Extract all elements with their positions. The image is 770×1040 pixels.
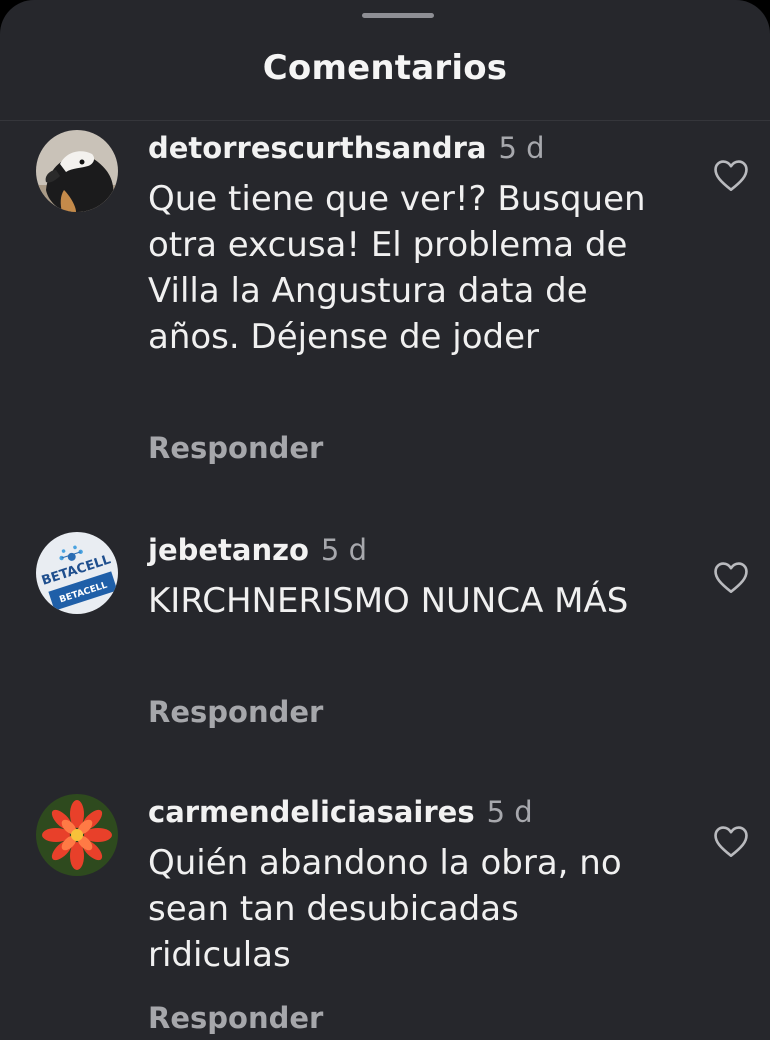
avatar[interactable] bbox=[36, 794, 118, 876]
heart-icon[interactable] bbox=[712, 560, 750, 594]
drag-handle[interactable] bbox=[362, 13, 434, 18]
comment-header: detorrescurthsandra 5 d bbox=[148, 130, 545, 171]
username[interactable]: jebetanzo bbox=[148, 533, 309, 567]
betacell-logo-avatar-icon: BETACELL BETACELL bbox=[36, 532, 118, 614]
avatar[interactable]: BETACELL BETACELL bbox=[36, 532, 118, 614]
header-divider bbox=[0, 120, 770, 121]
comment-text: KIRCHNERISMO NUNCA MÁS bbox=[148, 581, 629, 621]
comment-header: carmendeliciasaires 5 d bbox=[148, 794, 533, 835]
comments-sheet: Comentarios detorrescurthsandra 5 d Que t… bbox=[0, 0, 770, 1040]
sheet-title: Comentarios bbox=[262, 48, 508, 88]
username[interactable]: detorrescurthsandra bbox=[148, 131, 487, 165]
reply-button[interactable]: Responder bbox=[148, 694, 323, 730]
username[interactable]: carmendeliciasaires bbox=[148, 795, 475, 829]
heart-icon[interactable] bbox=[712, 158, 750, 192]
reply-button[interactable]: Responder bbox=[148, 1000, 323, 1036]
timestamp: 5 d bbox=[320, 533, 367, 567]
comment-text: Quién abandono la obra, no sean tan desu… bbox=[148, 843, 622, 975]
red-flower-avatar-icon bbox=[36, 794, 118, 876]
timestamp: 5 d bbox=[498, 131, 545, 165]
comment-header: jebetanzo 5 d bbox=[148, 532, 367, 573]
heart-icon[interactable] bbox=[712, 824, 750, 858]
comment-text: Que tiene que ver!? Busquen otra excusa!… bbox=[148, 179, 646, 357]
avatar[interactable] bbox=[36, 130, 118, 212]
timestamp: 5 d bbox=[486, 795, 533, 829]
reply-button[interactable]: Responder bbox=[148, 430, 323, 466]
dog-avatar-icon bbox=[36, 130, 118, 212]
